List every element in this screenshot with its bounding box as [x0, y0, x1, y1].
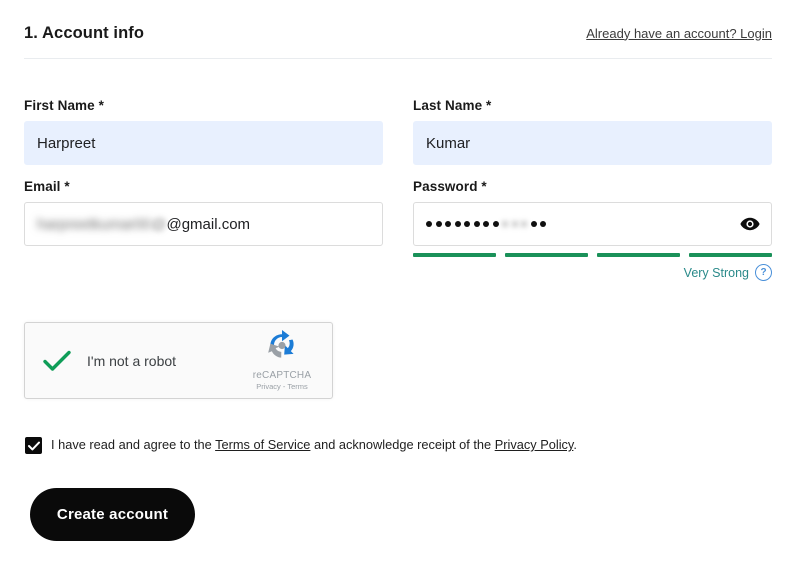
recaptcha-brand-name: reCAPTCHA: [252, 370, 312, 381]
password-strength-meter: [413, 253, 772, 257]
first-name-label: First Name *: [24, 98, 104, 113]
password-visibility-toggle-icon[interactable]: [739, 213, 761, 235]
recaptcha-widget[interactable]: I'm not a robot reCAPTCHA Privacy - Term…: [24, 322, 333, 399]
first-name-field-group: First Name * Harpreet: [24, 98, 383, 165]
check-icon: [27, 441, 40, 450]
email-input[interactable]: harpreetkumar00 @ @gmail.com: [24, 202, 383, 246]
first-name-value: Harpreet: [37, 134, 96, 152]
privacy-policy-link[interactable]: Privacy Policy: [495, 437, 574, 452]
name-row: First Name * Harpreet Last Name * Kumar: [24, 98, 772, 165]
password-dot: [454, 221, 461, 227]
terms-text: I have read and agree to the Terms of Se…: [51, 437, 577, 454]
strength-segment: [597, 253, 680, 257]
row-spacer: [24, 165, 772, 179]
create-account-button[interactable]: Create account: [30, 488, 195, 541]
recaptcha-logo-icon: [265, 330, 299, 367]
account-info-form: First Name * Harpreet Last Name * Kumar …: [24, 98, 772, 281]
email-domain-part: @gmail.com: [166, 215, 251, 233]
first-name-input[interactable]: Harpreet: [24, 121, 383, 165]
password-input[interactable]: [413, 202, 772, 246]
section-header: 1. Account info Already have an account?…: [24, 18, 772, 48]
recaptcha-terms-text[interactable]: Privacy - Terms: [256, 382, 308, 391]
email-label: Email *: [24, 179, 70, 194]
password-dot: [502, 221, 508, 227]
password-dot: [521, 221, 527, 227]
email-value: harpreetkumar00 @ @gmail.com: [37, 216, 250, 233]
recaptcha-branding: reCAPTCHA Privacy - Terms: [238, 330, 332, 391]
strength-segment: [689, 253, 772, 257]
email-field-group: Email * harpreetkumar00 @ @gmail.com: [24, 179, 383, 281]
password-label: Password *: [413, 179, 487, 194]
help-question-icon[interactable]: ?: [755, 264, 772, 281]
last-name-label: Last Name *: [413, 98, 492, 113]
password-field-group: Password * Very Strong ?: [413, 179, 772, 281]
terms-of-service-link[interactable]: Terms of Service: [215, 437, 310, 452]
password-strength-label: Very Strong: [683, 265, 749, 280]
last-name-field-group: Last Name * Kumar: [413, 98, 772, 165]
email-at-sign: @: [151, 215, 167, 233]
password-dot: [426, 221, 432, 227]
terms-text-after: .: [573, 437, 577, 453]
password-dot: [435, 221, 442, 227]
header-divider: [24, 58, 772, 59]
password-dot: [540, 221, 546, 227]
password-dot: [511, 221, 518, 227]
password-masked-value: [426, 203, 546, 245]
signup-form-page: 1. Account info Already have an account?…: [0, 0, 800, 564]
password-dot: [464, 221, 470, 227]
strength-segment: [413, 253, 496, 257]
recaptcha-checkbox[interactable]: [25, 349, 83, 373]
login-link[interactable]: Already have an account? Login: [586, 26, 772, 41]
last-name-value: Kumar: [426, 134, 471, 152]
password-dot: [473, 221, 480, 227]
password-strength-row: Very Strong ?: [413, 264, 772, 281]
last-name-input[interactable]: Kumar: [413, 121, 772, 165]
password-dot: [483, 221, 489, 227]
password-dot: [445, 221, 451, 227]
strength-segment: [505, 253, 588, 257]
password-dot: [492, 221, 499, 227]
password-dot: [530, 221, 537, 227]
terms-text-before: I have read and agree to the: [51, 437, 216, 453]
checkmark-icon: [43, 350, 71, 371]
recaptcha-label: I'm not a robot: [87, 352, 177, 369]
terms-agreement-row: I have read and agree to the Terms of Se…: [25, 437, 577, 454]
email-redacted-part: harpreetkumar00: [37, 215, 152, 233]
terms-checkbox[interactable]: [25, 437, 42, 454]
page-title: 1. Account info: [24, 23, 145, 42]
terms-text-middle: and acknowledge receipt of the: [310, 437, 495, 453]
credentials-row: Email * harpreetkumar00 @ @gmail.com Passw…: [24, 179, 772, 281]
